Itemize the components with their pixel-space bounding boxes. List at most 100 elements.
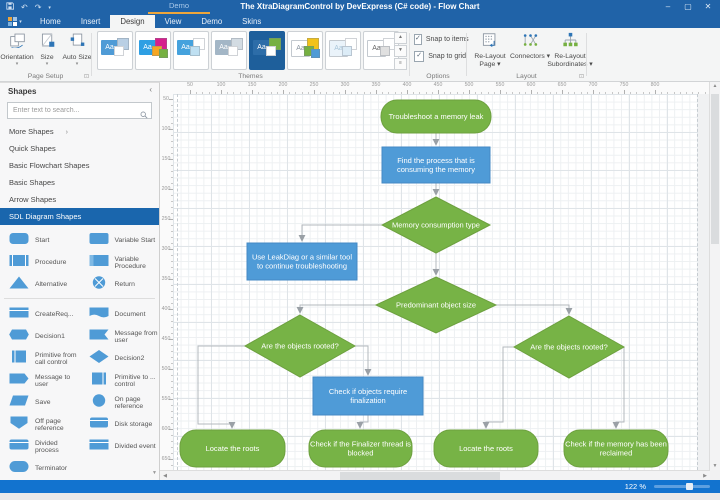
- shape-item-document[interactable]: Document: [80, 304, 160, 326]
- tab-insert[interactable]: Insert: [71, 15, 111, 28]
- gallery-scrollbar[interactable]: ▼: [151, 380, 158, 476]
- auto-size-button[interactable]: Auto Size▾: [62, 29, 92, 67]
- themes-scroll-down-icon[interactable]: ▼: [394, 45, 407, 57]
- tab-home[interactable]: Home: [30, 15, 71, 28]
- themes-more-icon[interactable]: ≡: [394, 58, 407, 70]
- tab-skins[interactable]: Skins: [232, 15, 271, 28]
- diagram-node-memory-consumption-type[interactable]: Memory consumption type: [382, 197, 490, 253]
- shapes-category-basic-flowchart-shapes[interactable]: Basic Flowchart Shapes: [0, 157, 159, 174]
- minimize-button[interactable]: –: [658, 0, 678, 13]
- diagram-node-check-if-the-finalizer-thread-is-blocked[interactable]: Check if the Finalizer thread isblocked: [309, 430, 412, 467]
- shape-item-on-page-reference[interactable]: On page reference: [80, 392, 160, 414]
- shape-item-primitive-to-control[interactable]: Primitive to ... control: [80, 370, 160, 392]
- diagram-node-are-the-objects-rooted[interactable]: Are the objects rooted?: [245, 315, 355, 377]
- shapes-category-arrow-shapes[interactable]: Arrow Shapes: [0, 191, 159, 208]
- search-input[interactable]: [11, 104, 143, 117]
- shape-item-procedure[interactable]: Procedure: [0, 252, 80, 274]
- shape-item-message-from-user[interactable]: Message from user: [80, 326, 160, 348]
- vertical-scroll-thumb[interactable]: [711, 94, 719, 244]
- scroll-up-icon[interactable]: ▲: [710, 83, 720, 89]
- connector-line[interactable]: [496, 305, 569, 314]
- diagram-node-check-if-the-memory-has-been-reclaimed[interactable]: Check if the memory has beenreclaimed: [564, 430, 668, 467]
- scroll-down-icon[interactable]: ▼: [151, 470, 158, 476]
- re-layout-subordinates-button[interactable]: Re-LayoutSubordinates ▾: [550, 29, 590, 68]
- connectors-button[interactable]: Connectors ▾: [510, 29, 550, 68]
- vertical-scrollbar[interactable]: ▲ ▼: [709, 82, 720, 470]
- redo-icon[interactable]: ↷: [35, 3, 42, 13]
- theme-thumb-6[interactable]: Aa: [287, 31, 323, 70]
- shape-item-divided-process[interactable]: Divided process: [0, 436, 80, 458]
- scroll-down-icon[interactable]: ▼: [710, 463, 720, 469]
- diagram-node-find-the-process-that-is-consuming-the-memory[interactable]: Find the process that isconsuming the me…: [382, 147, 490, 183]
- shape-item-off-page-reference[interactable]: Off page reference: [0, 414, 80, 436]
- shape-item-disk-storage[interactable]: Disk storage: [80, 414, 160, 436]
- tab-view[interactable]: View: [155, 15, 192, 28]
- theme-thumb-5[interactable]: Aa: [249, 31, 285, 70]
- connector-line[interactable]: [616, 347, 624, 428]
- snap-to-grid-checkbox[interactable]: ✓Snap to grid: [414, 51, 466, 62]
- qat-customize-icon[interactable]: ▾: [48, 3, 51, 13]
- connector-line[interactable]: [302, 225, 382, 241]
- theme-thumb-7[interactable]: Aa: [325, 31, 361, 70]
- panel-collapse-icon[interactable]: ‹: [149, 85, 152, 94]
- shape-item-primitive-from-call-control[interactable]: Primitive from call control: [0, 348, 80, 370]
- shape-item-variable-procedure[interactable]: Variable Procedure: [80, 252, 160, 274]
- save-icon[interactable]: [6, 2, 14, 13]
- divided-process-shape-icon: [8, 437, 30, 457]
- close-button[interactable]: ✕: [698, 0, 718, 13]
- shape-item-decision2[interactable]: Decision2: [80, 348, 160, 370]
- shape-item-message-to-user[interactable]: Message to user: [0, 370, 80, 392]
- shape-item-return[interactable]: Return: [80, 274, 160, 296]
- theme-thumb-4[interactable]: Aa: [211, 31, 247, 70]
- diagram-page[interactable]: Troubleshoot a memory leak Find the proce…: [173, 94, 710, 470]
- connector-line[interactable]: [486, 347, 514, 428]
- save-shape-icon: [8, 393, 30, 413]
- shape-item-terminator[interactable]: Terminator: [0, 458, 80, 480]
- shapes-category-sdl-diagram-shapes[interactable]: SDL Diagram Shapes: [0, 208, 159, 225]
- re-layout-page-button[interactable]: Re-LayoutPage ▾: [470, 29, 510, 68]
- connector-line[interactable]: [300, 305, 376, 313]
- shape-item-save[interactable]: Save: [0, 392, 80, 414]
- shape-item-decision1[interactable]: Decision1: [0, 326, 80, 348]
- horizontal-scroll-thumb[interactable]: [340, 472, 500, 480]
- shapes-category-quick-shapes[interactable]: Quick Shapes: [0, 140, 159, 157]
- maximize-button[interactable]: ▢: [678, 0, 698, 13]
- scroll-left-icon[interactable]: ◀: [160, 473, 170, 479]
- tab-demo[interactable]: Demo: [191, 15, 232, 28]
- theme-thumb-2[interactable]: Aa: [135, 31, 171, 70]
- off-page-shape-icon: [8, 415, 30, 435]
- diagram-node-locate-the-roots[interactable]: Locate the roots: [434, 430, 538, 467]
- theme-thumb-1[interactable]: Aa: [97, 31, 133, 70]
- scroll-right-icon[interactable]: ▶: [700, 473, 710, 479]
- ruler-label: 450: [160, 336, 172, 342]
- zoom-slider-thumb[interactable]: [686, 483, 693, 490]
- tab-design[interactable]: Design: [110, 15, 154, 28]
- diagram-node-check-if-objects-require-finalization[interactable]: Check if objects requirefinalization: [313, 377, 423, 415]
- app-menu-button[interactable]: ▾: [0, 15, 30, 28]
- shape-item-variable-start[interactable]: Variable Start: [80, 230, 160, 252]
- start-shape-icon: [8, 231, 30, 251]
- themes-scroll-up-icon[interactable]: ▲: [394, 32, 407, 44]
- undo-icon[interactable]: ↶: [21, 3, 28, 13]
- dialog-launcher-icon[interactable]: ⊡: [84, 73, 89, 80]
- shapes-category-more-shapes[interactable]: More Shapes›: [0, 123, 159, 140]
- shape-item-createreq[interactable]: CreateReq...: [0, 304, 80, 326]
- orientation-button[interactable]: Orientation▾: [2, 29, 32, 67]
- diagram-node-troubleshoot-a-memory-leak[interactable]: Troubleshoot a memory leak: [381, 100, 491, 133]
- diagram-node-predominant-object-size[interactable]: Predominant object size: [376, 277, 496, 333]
- diagram-node-are-the-objects-rooted[interactable]: Are the objects rooted?: [514, 316, 624, 378]
- diagram-node-use-leakdiag-or-a-similar-tool-to-continue-troubleshooting[interactable]: Use LeakDiag or a similar toolto continu…: [247, 243, 357, 280]
- zoom-slider[interactable]: [654, 485, 710, 488]
- shape-item-divided-event[interactable]: Divided event: [80, 436, 160, 458]
- snap-to-items-checkbox[interactable]: ✓Snap to items: [414, 34, 466, 45]
- connector-line[interactable]: [198, 346, 245, 428]
- theme-thumb-3[interactable]: Aa: [173, 31, 209, 70]
- shape-item-alternative[interactable]: Alternative: [0, 274, 80, 296]
- connector-line[interactable]: [355, 346, 368, 375]
- connector-line[interactable]: [360, 415, 368, 428]
- shape-item-start[interactable]: Start: [0, 230, 80, 252]
- size-button[interactable]: Size▾: [32, 29, 62, 67]
- dialog-launcher-icon[interactable]: ⊡: [579, 73, 584, 80]
- shapes-category-basic-shapes[interactable]: Basic Shapes: [0, 174, 159, 191]
- diagram-node-locate-the-roots[interactable]: Locate the roots: [180, 430, 285, 467]
